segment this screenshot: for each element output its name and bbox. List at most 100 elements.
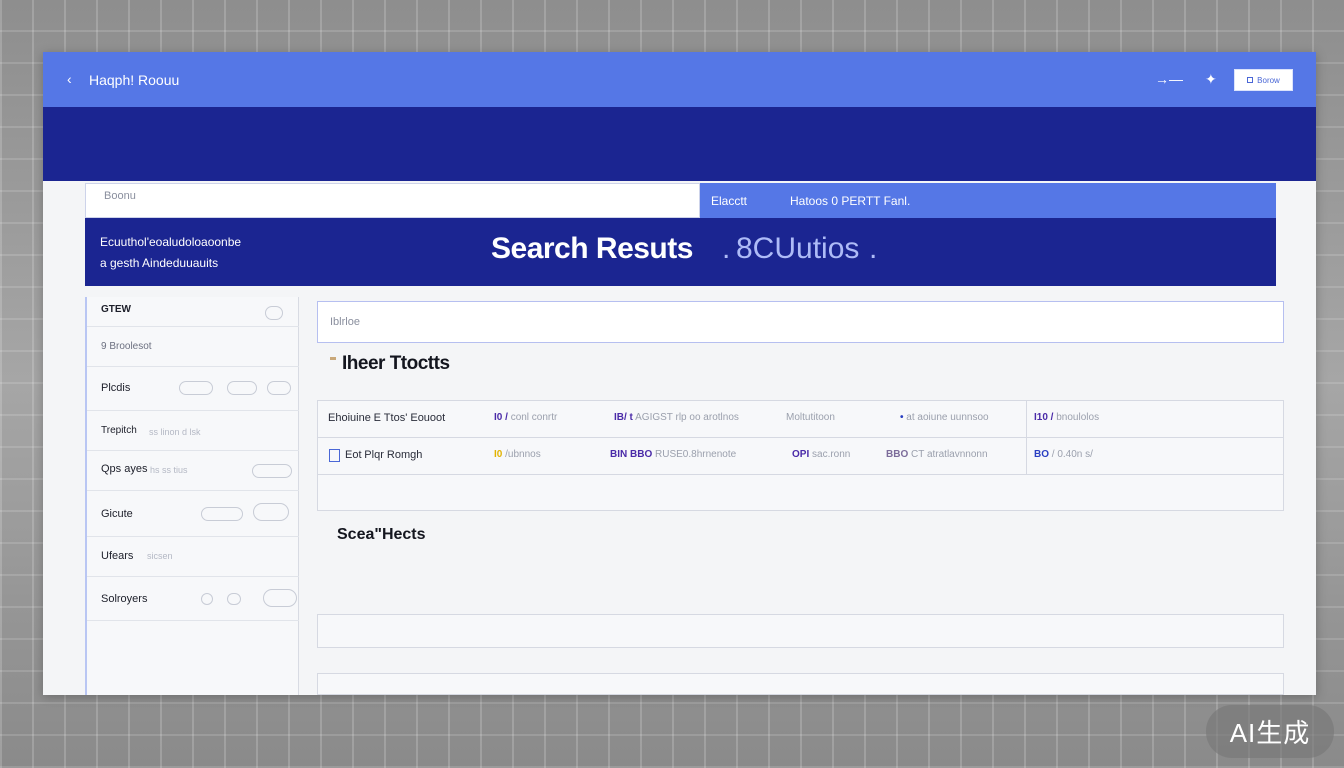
row-cell: BO / 0.40n s/ — [1034, 449, 1093, 460]
row-value-detail: bnoulolos — [1056, 412, 1100, 423]
filter-placeholder: Iblrloe — [330, 316, 360, 328]
table-row[interactable]: Eot Plqr Romgh I0 /ubnnos BIN BBO RUSE0.… — [318, 438, 1283, 475]
table-row[interactable]: Ehoiuine E Ttos' Eouoot I0 / conl conrtr… — [318, 401, 1283, 438]
toggle-icon — [227, 381, 257, 395]
watermark: AI生成 — [1206, 705, 1334, 758]
main-content: Iblrloe Iheer Ttoctts Ehoiuine E Ttos' E… — [317, 301, 1284, 695]
sidebar-item-meta: hs ss tius — [150, 465, 188, 475]
app-title: Haqph! Roouu — [89, 72, 180, 88]
toggle-icon — [267, 381, 291, 395]
filter-primary[interactable]: Elacctt — [711, 194, 747, 208]
top-action-button[interactable]: Borow — [1234, 69, 1293, 91]
result-placeholder[interactable] — [317, 673, 1284, 695]
row-value-label: BO — [1034, 449, 1049, 460]
row-value-detail: CT atratlavnnonn — [911, 449, 988, 460]
sidebar-item-label: Solroyers — [101, 593, 148, 605]
sidebar-item-label: GTEW — [101, 304, 131, 315]
row-value-detail: RUSE0.8hrnenote — [655, 449, 737, 460]
plus-icon[interactable]: ✦ — [1205, 70, 1217, 88]
section-title: Iheer Ttoctts — [342, 353, 450, 374]
row-cell: I0 / conl conrtr — [494, 412, 557, 423]
row-value-detail: sac.ronn — [812, 449, 851, 460]
sidebar-item[interactable]: Trepitch ss linon d lsk — [87, 411, 299, 451]
toggle-icon — [263, 589, 297, 607]
square-icon — [1247, 77, 1254, 83]
sidebar-item[interactable]: 9 Broolesot — [87, 327, 299, 367]
sidebar-item[interactable]: Gicute — [87, 491, 299, 537]
title-separator: . — [722, 232, 731, 265]
results-table: Ehoiuine E Ttos' Eouoot I0 / conl conrtr… — [317, 400, 1284, 511]
sidebar-item-label: Qps ayes — [101, 463, 148, 475]
row-subname: Plqr Romgh — [364, 449, 423, 461]
row-value-detail: AGIGST rlp oo arotlnos — [635, 412, 739, 423]
toggle-icon — [253, 503, 289, 521]
sidebar-item[interactable]: Ufears sicsen — [87, 537, 299, 577]
row-cell: • at aoiune uunnsoo — [900, 412, 989, 423]
title-dot: . — [869, 232, 878, 265]
bullet-icon — [330, 357, 336, 360]
row-value-label: I0 — [494, 449, 503, 460]
edit-icon[interactable] — [329, 449, 340, 462]
search-input[interactable]: Boonu — [85, 183, 700, 218]
row-name: Eot — [345, 449, 362, 461]
row-value-label: BIN BBO — [610, 449, 653, 460]
toggle-icon — [201, 593, 213, 605]
toggle-icon — [201, 507, 243, 521]
sidebar: GTEW 9 Broolesot Plcdis Trepitch ss lino… — [85, 297, 299, 695]
row-cell: I10 / bnoulolos — [1034, 412, 1099, 423]
page-title: Search Resuts — [491, 232, 693, 265]
results-hero: Ecuuthol'eoaludoloaoonbe a gesth Aindedu… — [85, 218, 1276, 286]
row-cell: OPI sac.ronn — [792, 449, 850, 460]
sidebar-item-label: Plcdis — [101, 382, 131, 394]
sidebar-item[interactable]: Plcdis — [87, 367, 299, 411]
sidebar-item[interactable]: Qps ayes hs ss tius — [87, 451, 299, 491]
title-count: 8CUutios — [736, 232, 860, 265]
back-arrow-icon[interactable]: ‹ — [67, 70, 83, 88]
search-bar: Boonu Elacctt Hatoos 0 PERTT Fanl. — [85, 183, 1276, 218]
app-window: ‹ Haqph! Roouu →— ✦ Borow Boonu Elacctt … — [43, 52, 1316, 695]
filter-secondary[interactable]: Hatoos 0 PERTT Fanl. — [790, 194, 910, 208]
arrow-right-icon[interactable]: →— — [1155, 70, 1183, 88]
row-value-label: BBO — [886, 449, 909, 460]
row-value-label: I0 / — [494, 412, 508, 423]
sidebar-item-label: Trepitch — [101, 425, 137, 436]
top-bar: ‹ Haqph! Roouu →— ✦ Borow — [43, 52, 1316, 107]
row-cell: Ehoiuine E Ttos' Eouoot — [328, 412, 445, 424]
row-value-label: I10 / — [1034, 412, 1054, 423]
row-name: Ehoiuine — [328, 412, 371, 424]
sidebar-item-label: 9 Broolesot — [101, 341, 152, 352]
sidebar-item-meta: ss linon d lsk — [149, 427, 201, 437]
row-value-label: OPI — [792, 449, 810, 460]
header-band — [43, 107, 1316, 181]
sidebar-item[interactable]: Solroyers — [87, 577, 299, 621]
top-action-label: Borow — [1257, 75, 1280, 85]
sidebar-item-label: Gicute — [101, 508, 133, 520]
row-value-detail: / 0.40n s/ — [1051, 449, 1093, 460]
row-cell: IB/ t AGIGST rlp oo arotlnos — [614, 412, 739, 423]
sidebar-item-meta: sicsen — [147, 551, 173, 561]
row-value-label: • — [900, 412, 904, 423]
row-value-detail: /ubnnos — [505, 449, 541, 460]
sidebar-item-label: Ufears — [101, 550, 134, 562]
hero-subtitle-1: Ecuuthol'eoaludoloaoonbe — [100, 235, 242, 249]
row-cell: I0 /ubnnos — [494, 449, 541, 460]
filter-strip: Elacctt Hatoos 0 PERTT Fanl. — [700, 183, 1276, 218]
row-subname: E Ttos' Eouoot — [373, 412, 446, 424]
result-placeholder[interactable] — [317, 614, 1284, 648]
row-value-label: IB/ t — [614, 412, 633, 423]
section-title: Scea"Hects — [337, 526, 426, 543]
toggle-icon — [227, 593, 241, 605]
row-value-detail: conl conrtr — [510, 412, 558, 423]
row-cell: BIN BBO RUSE0.8hrnenote — [610, 449, 736, 460]
search-placeholder: Boonu — [104, 190, 136, 202]
sidebar-item[interactable]: GTEW — [87, 297, 299, 327]
toggle-icon — [179, 381, 213, 395]
filter-input[interactable]: Iblrloe — [317, 301, 1284, 343]
column-divider — [1026, 401, 1027, 475]
row-cell: Moltutitoon — [786, 412, 835, 423]
row-cell: BBO CT atratlavnnonn — [886, 449, 988, 460]
toggle-icon — [252, 464, 292, 478]
row-value-detail: at aoiune uunnsoo — [906, 412, 989, 423]
row-cell: Eot Plqr Romgh — [345, 449, 422, 461]
hero-subtitle-2: a gesth Aindeduuauits — [100, 256, 219, 270]
